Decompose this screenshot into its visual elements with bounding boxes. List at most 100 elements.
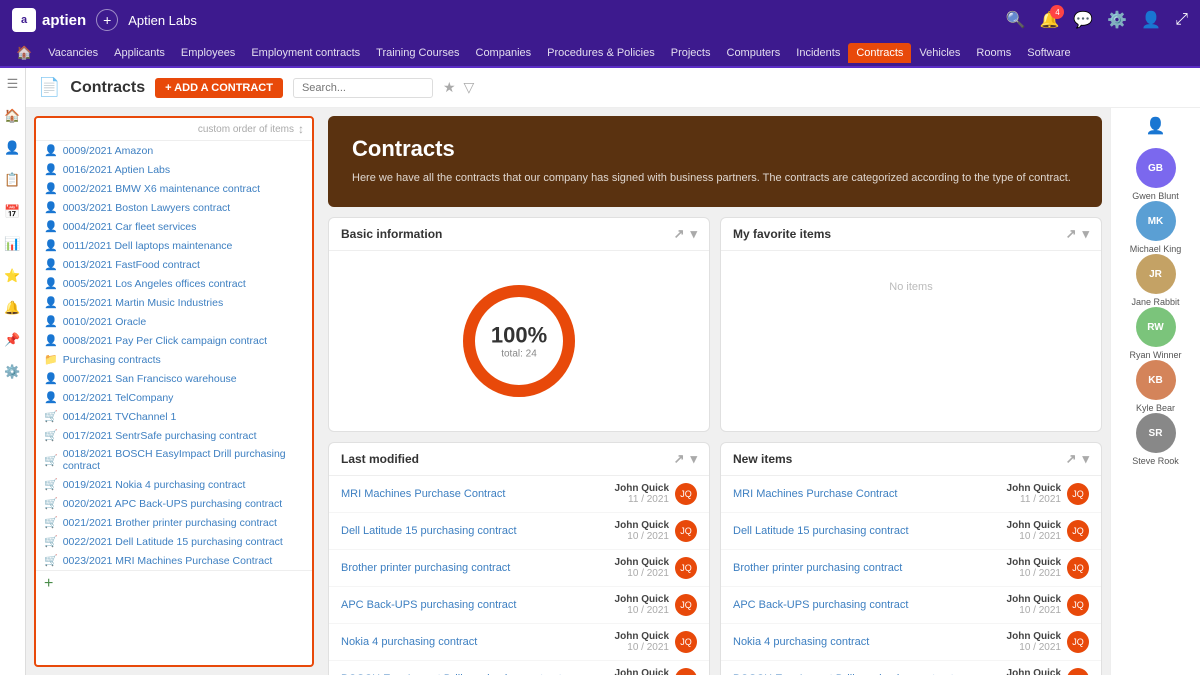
add-contract-button[interactable]: + ADD A CONTRACT [155,78,283,98]
contract-name[interactable]: 0004/2021 Car fleet services [63,221,304,233]
contract-name[interactable]: 0021/2021 Brother printer purchasing con… [63,517,304,529]
contract-list-item[interactable]: 🛒0023/2021 MRI Machines Purchase Contrac… [36,551,312,570]
new-items-expand-icon[interactable]: ↗ [1066,451,1077,467]
sidebar-icon-bell[interactable]: 🔔 [3,298,23,318]
nav-tab-vehicles[interactable]: Vehicles [911,43,968,63]
contract-name[interactable]: 0011/2021 Dell laptops maintenance [63,240,304,252]
contract-name[interactable]: 0005/2021 Los Angeles offices contract [63,278,304,290]
sidebar-icon-list[interactable]: 📋 [3,170,23,190]
contract-name[interactable]: 0003/2021 Boston Lawyers contract [63,202,304,214]
nav-tab-software[interactable]: Software [1019,43,1078,63]
contract-name[interactable]: 0017/2021 SentrSafe purchasing contract [63,430,304,442]
contract-list-item[interactable]: 👤0008/2021 Pay Per Click campaign contra… [36,331,312,350]
contract-list-item[interactable]: 👤0013/2021 FastFood contract [36,255,312,274]
contract-name[interactable]: 0020/2021 APC Back-UPS purchasing contra… [63,498,304,510]
sidebar-icon-calendar[interactable]: 📅 [3,202,23,222]
contract-list-item[interactable]: 👤0002/2021 BMW X6 maintenance contract [36,179,312,198]
contract-name[interactable]: 0008/2021 Pay Per Click campaign contrac… [63,335,304,347]
contract-name[interactable]: 0015/2021 Martin Music Industries [63,297,304,309]
favorite-chevron-icon[interactable]: ▾ [1082,226,1089,242]
user-card[interactable]: GB Gwen Blunt [1129,148,1181,201]
new-items-chevron-icon[interactable]: ▾ [1082,451,1089,467]
sort-arrow-icon[interactable]: ↕ [298,122,304,136]
contract-list-item[interactable]: 👤0015/2021 Martin Music Industries [36,293,312,312]
contract-name[interactable]: 0013/2021 FastFood contract [63,259,304,271]
contract-list-item[interactable]: 🛒0021/2021 Brother printer purchasing co… [36,513,312,532]
contract-link[interactable]: MRI Machines Purchase Contract [341,488,505,500]
contract-name[interactable]: 0014/2021 TVChannel 1 [63,411,304,423]
star-filter-icon[interactable]: ★ [443,79,456,96]
nav-tab-procedures[interactable]: Procedures & Policies [539,43,663,63]
contract-name[interactable]: 0012/2021 TelCompany [63,392,304,404]
contract-list-item[interactable]: 👤0011/2021 Dell laptops maintenance [36,236,312,255]
contract-list-item[interactable]: 👤0016/2021 Aptien Labs [36,160,312,179]
nav-tab-vacancies[interactable]: Vacancies [40,43,106,63]
contract-list-item[interactable]: 🛒0022/2021 Dell Latitude 15 purchasing c… [36,532,312,551]
new-item-link[interactable]: Nokia 4 purchasing contract [733,636,869,648]
basic-info-chevron-icon[interactable]: ▾ [690,226,697,242]
search-icon[interactable]: 🔍 [1006,10,1026,30]
sidebar-icon-gear[interactable]: ⚙️ [3,362,23,382]
user-search-icon[interactable]: 👤 [1146,116,1166,136]
contract-name[interactable]: 0016/2021 Aptien Labs [63,164,304,176]
contract-list-item[interactable]: 👤0007/2021 San Francisco warehouse [36,369,312,388]
nav-tab-training-courses[interactable]: Training Courses [368,43,467,63]
contract-name[interactable]: 0022/2021 Dell Latitude 15 purchasing co… [63,536,304,548]
new-item-link[interactable]: MRI Machines Purchase Contract [733,488,897,500]
sidebar-icon-menu[interactable]: ☰ [3,74,23,94]
contract-link[interactable]: Dell Latitude 15 purchasing contract [341,525,517,537]
search-input[interactable] [293,78,433,98]
nav-tab-home[interactable]: 🏠 [8,41,40,65]
add-item-icon[interactable]: + [44,575,53,593]
user-card[interactable]: JR Jane Rabbit [1129,254,1181,307]
user-card[interactable]: RW Ryan Winner [1129,307,1181,360]
favorite-expand-icon[interactable]: ↗ [1066,226,1077,242]
contract-name[interactable]: 0002/2021 BMW X6 maintenance contract [63,183,304,195]
contract-list-item[interactable]: 🛒0020/2021 APC Back-UPS purchasing contr… [36,494,312,513]
notifications-icon[interactable]: 🔔 4 [1040,10,1060,30]
filter-icon[interactable]: ▽ [464,79,475,96]
contract-name[interactable]: 0019/2021 Nokia 4 purchasing contract [63,479,304,491]
nav-tab-projects[interactable]: Projects [663,43,719,63]
last-modified-chevron-icon[interactable]: ▾ [690,451,697,467]
nav-tab-contracts[interactable]: Contracts [848,43,911,63]
nav-tab-computers[interactable]: Computers [719,43,789,63]
global-add-button[interactable]: + [96,9,118,31]
contract-list-item[interactable]: 🛒0019/2021 Nokia 4 purchasing contract [36,475,312,494]
contract-list-item[interactable]: 👤0005/2021 Los Angeles offices contract [36,274,312,293]
nav-tab-incidents[interactable]: Incidents [788,43,848,63]
contract-link[interactable]: Brother printer purchasing contract [341,562,510,574]
sidebar-icon-pin[interactable]: 📌 [3,330,23,350]
expand-icon[interactable]: ⤢ [1175,11,1188,29]
contract-link[interactable]: Nokia 4 purchasing contract [341,636,477,648]
nav-tab-employees[interactable]: Employees [173,43,243,63]
last-modified-expand-icon[interactable]: ↗ [674,451,685,467]
nav-tab-rooms[interactable]: Rooms [968,43,1019,63]
contract-name[interactable]: 0010/2021 Oracle [63,316,304,328]
user-card[interactable]: SR Steve Rook [1129,413,1181,466]
sidebar-icon-chart[interactable]: 📊 [3,234,23,254]
nav-tab-companies[interactable]: Companies [468,43,540,63]
new-item-link[interactable]: Brother printer purchasing contract [733,562,902,574]
new-item-link[interactable]: APC Back-UPS purchasing contract [733,599,908,611]
contract-name[interactable]: Purchasing contracts [63,354,304,366]
user-icon[interactable]: 👤 [1141,10,1161,30]
contract-name[interactable]: 0007/2021 San Francisco warehouse [63,373,304,385]
settings-icon[interactable]: ⚙️ [1107,10,1127,30]
contract-name[interactable]: 0023/2021 MRI Machines Purchase Contract [63,555,304,567]
contract-name[interactable]: 0018/2021 BOSCH EasyImpact Drill purchas… [63,448,304,472]
sidebar-icon-user[interactable]: 👤 [3,138,23,158]
contract-list-item[interactable]: 🛒0017/2021 SentrSafe purchasing contract [36,426,312,445]
contract-list-item[interactable]: 👤0004/2021 Car fleet services [36,217,312,236]
sidebar-icon-home[interactable]: 🏠 [3,106,23,126]
chat-icon[interactable]: 💬 [1073,10,1093,30]
contract-list-item[interactable]: 👤0009/2021 Amazon [36,141,312,160]
contract-list-item[interactable]: 🛒0018/2021 BOSCH EasyImpact Drill purcha… [36,445,312,475]
user-card[interactable]: KB Kyle Bear [1129,360,1181,413]
contract-link[interactable]: APC Back-UPS purchasing contract [341,599,516,611]
nav-tab-applicants[interactable]: Applicants [106,43,173,63]
new-item-link[interactable]: Dell Latitude 15 purchasing contract [733,525,909,537]
basic-info-expand-icon[interactable]: ↗ [674,226,685,242]
nav-tab-employment-contracts[interactable]: Employment contracts [243,43,368,63]
contract-list-item[interactable]: 👤0012/2021 TelCompany [36,388,312,407]
